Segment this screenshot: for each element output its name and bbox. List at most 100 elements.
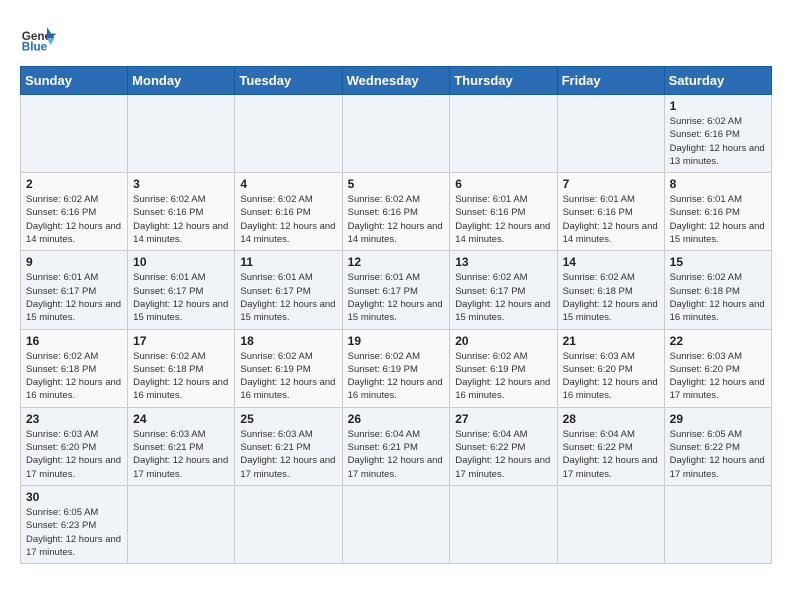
calendar-cell: [557, 95, 664, 173]
calendar-cell: 23 Sunrise: 6:03 AM Sunset: 6:20 PM Dayli…: [21, 407, 128, 485]
calendar-cell: 21 Sunrise: 6:03 AM Sunset: 6:20 PM Dayli…: [557, 329, 664, 407]
column-header-saturday: Saturday: [664, 67, 771, 95]
day-number: 25: [240, 412, 336, 426]
day-info: Sunrise: 6:02 AM Sunset: 6:18 PM Dayligh…: [133, 350, 229, 403]
day-number: 19: [348, 334, 445, 348]
day-info: Sunrise: 6:01 AM Sunset: 6:17 PM Dayligh…: [133, 271, 229, 324]
day-info: Sunrise: 6:02 AM Sunset: 6:16 PM Dayligh…: [670, 115, 766, 168]
day-number: 3: [133, 177, 229, 191]
calendar-week-2: 2Sunrise: 6:02 AM Sunset: 6:16 PM Daylig…: [21, 173, 772, 251]
page-header: General Blue: [20, 20, 772, 56]
day-info: Sunrise: 6:03 AM Sunset: 6:20 PM Dayligh…: [670, 350, 766, 403]
day-number: 29: [670, 412, 766, 426]
calendar-cell: 15 Sunrise: 6:02 AM Sunset: 6:18 PM Dayli…: [664, 251, 771, 329]
calendar-week-5: 23 Sunrise: 6:03 AM Sunset: 6:20 PM Dayli…: [21, 407, 772, 485]
day-info: Sunrise: 6:04 AM Sunset: 6:21 PM Dayligh…: [348, 428, 445, 481]
calendar-cell: 30 Sunrise: 6:05 AM Sunset: 6:23 PM Dayli…: [21, 485, 128, 563]
logo-icon: General Blue: [20, 20, 56, 56]
day-number: 26: [348, 412, 445, 426]
day-number: 5: [348, 177, 445, 191]
day-number: 30: [26, 490, 122, 504]
calendar-cell: 14 Sunrise: 6:02 AM Sunset: 6:18 PM Dayli…: [557, 251, 664, 329]
day-info: Sunrise: 6:01 AM Sunset: 6:16 PM Dayligh…: [455, 193, 551, 246]
calendar-cell: 19 Sunrise: 6:02 AM Sunset: 6:19 PM Dayli…: [342, 329, 450, 407]
day-number: 9: [26, 255, 122, 269]
calendar-cell: 26 Sunrise: 6:04 AM Sunset: 6:21 PM Dayli…: [342, 407, 450, 485]
calendar-cell: [235, 485, 342, 563]
calendar-table: SundayMondayTuesdayWednesdayThursdayFrid…: [20, 66, 772, 564]
day-number: 1: [670, 99, 766, 113]
day-info: Sunrise: 6:02 AM Sunset: 6:19 PM Dayligh…: [455, 350, 551, 403]
day-info: Sunrise: 6:02 AM Sunset: 6:18 PM Dayligh…: [26, 350, 122, 403]
day-number: 23: [26, 412, 122, 426]
calendar-cell: [664, 485, 771, 563]
day-number: 24: [133, 412, 229, 426]
calendar-cell: 5 Sunrise: 6:02 AM Sunset: 6:16 PM Daylig…: [342, 173, 450, 251]
day-info: Sunrise: 6:02 AM Sunset: 6:18 PM Dayligh…: [670, 271, 766, 324]
day-info: Sunrise: 6:02 AM Sunset: 6:16 PM Dayligh…: [133, 193, 229, 246]
day-number: 4: [240, 177, 336, 191]
day-info: Sunrise: 6:03 AM Sunset: 6:20 PM Dayligh…: [26, 428, 122, 481]
day-info: Sunrise: 6:05 AM Sunset: 6:22 PM Dayligh…: [670, 428, 766, 481]
day-number: 17: [133, 334, 229, 348]
calendar-cell: [342, 485, 450, 563]
calendar-cell: 9 Sunrise: 6:01 AM Sunset: 6:17 PM Daylig…: [21, 251, 128, 329]
logo: General Blue: [20, 20, 56, 56]
calendar-cell: 25 Sunrise: 6:03 AM Sunset: 6:21 PM Dayli…: [235, 407, 342, 485]
day-number: 22: [670, 334, 766, 348]
day-info: Sunrise: 6:01 AM Sunset: 6:17 PM Dayligh…: [348, 271, 445, 324]
day-number: 6: [455, 177, 551, 191]
day-info: Sunrise: 6:02 AM Sunset: 6:18 PM Dayligh…: [563, 271, 659, 324]
day-number: 27: [455, 412, 551, 426]
column-header-thursday: Thursday: [450, 67, 557, 95]
column-header-friday: Friday: [557, 67, 664, 95]
day-number: 11: [240, 255, 336, 269]
calendar-cell: 3 Sunrise: 6:02 AM Sunset: 6:16 PM Daylig…: [128, 173, 235, 251]
day-number: 18: [240, 334, 336, 348]
day-number: 10: [133, 255, 229, 269]
calendar-cell: 17 Sunrise: 6:02 AM Sunset: 6:18 PM Dayli…: [128, 329, 235, 407]
calendar-cell: [342, 95, 450, 173]
day-number: 16: [26, 334, 122, 348]
day-info: Sunrise: 6:02 AM Sunset: 6:19 PM Dayligh…: [348, 350, 445, 403]
day-info: Sunrise: 6:02 AM Sunset: 6:19 PM Dayligh…: [240, 350, 336, 403]
calendar-week-6: 30 Sunrise: 6:05 AM Sunset: 6:23 PM Dayli…: [21, 485, 772, 563]
calendar-cell: 24Sunrise: 6:03 AM Sunset: 6:21 PM Dayli…: [128, 407, 235, 485]
svg-text:Blue: Blue: [22, 41, 48, 54]
day-info: Sunrise: 6:02 AM Sunset: 6:16 PM Dayligh…: [26, 193, 122, 246]
column-header-wednesday: Wednesday: [342, 67, 450, 95]
column-header-sunday: Sunday: [21, 67, 128, 95]
day-info: Sunrise: 6:05 AM Sunset: 6:23 PM Dayligh…: [26, 506, 122, 559]
day-info: Sunrise: 6:02 AM Sunset: 6:17 PM Dayligh…: [455, 271, 551, 324]
calendar-cell: 29 Sunrise: 6:05 AM Sunset: 6:22 PM Dayli…: [664, 407, 771, 485]
day-number: 14: [563, 255, 659, 269]
calendar-header-row: SundayMondayTuesdayWednesdayThursdayFrid…: [21, 67, 772, 95]
calendar-week-1: 1 Sunrise: 6:02 AM Sunset: 6:16 PM Daylig…: [21, 95, 772, 173]
day-number: 13: [455, 255, 551, 269]
calendar-cell: 1 Sunrise: 6:02 AM Sunset: 6:16 PM Daylig…: [664, 95, 771, 173]
calendar-cell: 28 Sunrise: 6:04 AM Sunset: 6:22 PM Dayli…: [557, 407, 664, 485]
calendar-cell: 20 Sunrise: 6:02 AM Sunset: 6:19 PM Dayli…: [450, 329, 557, 407]
calendar-cell: 16 Sunrise: 6:02 AM Sunset: 6:18 PM Dayli…: [21, 329, 128, 407]
calendar-cell: 8Sunrise: 6:01 AM Sunset: 6:16 PM Daylig…: [664, 173, 771, 251]
calendar-week-3: 9 Sunrise: 6:01 AM Sunset: 6:17 PM Daylig…: [21, 251, 772, 329]
day-number: 15: [670, 255, 766, 269]
calendar-cell: 11Sunrise: 6:01 AM Sunset: 6:17 PM Dayli…: [235, 251, 342, 329]
calendar-cell: 7Sunrise: 6:01 AM Sunset: 6:16 PM Daylig…: [557, 173, 664, 251]
day-number: 21: [563, 334, 659, 348]
day-info: Sunrise: 6:02 AM Sunset: 6:16 PM Dayligh…: [348, 193, 445, 246]
calendar-cell: 12Sunrise: 6:01 AM Sunset: 6:17 PM Dayli…: [342, 251, 450, 329]
calendar-cell: 27Sunrise: 6:04 AM Sunset: 6:22 PM Dayli…: [450, 407, 557, 485]
day-number: 20: [455, 334, 551, 348]
day-number: 28: [563, 412, 659, 426]
day-info: Sunrise: 6:01 AM Sunset: 6:17 PM Dayligh…: [26, 271, 122, 324]
day-info: Sunrise: 6:03 AM Sunset: 6:20 PM Dayligh…: [563, 350, 659, 403]
calendar-cell: 4Sunrise: 6:02 AM Sunset: 6:16 PM Daylig…: [235, 173, 342, 251]
calendar-cell: 6 Sunrise: 6:01 AM Sunset: 6:16 PM Daylig…: [450, 173, 557, 251]
calendar-cell: [128, 485, 235, 563]
day-info: Sunrise: 6:03 AM Sunset: 6:21 PM Dayligh…: [240, 428, 336, 481]
day-number: 7: [563, 177, 659, 191]
calendar-cell: [21, 95, 128, 173]
day-info: Sunrise: 6:01 AM Sunset: 6:16 PM Dayligh…: [670, 193, 766, 246]
day-info: Sunrise: 6:04 AM Sunset: 6:22 PM Dayligh…: [563, 428, 659, 481]
